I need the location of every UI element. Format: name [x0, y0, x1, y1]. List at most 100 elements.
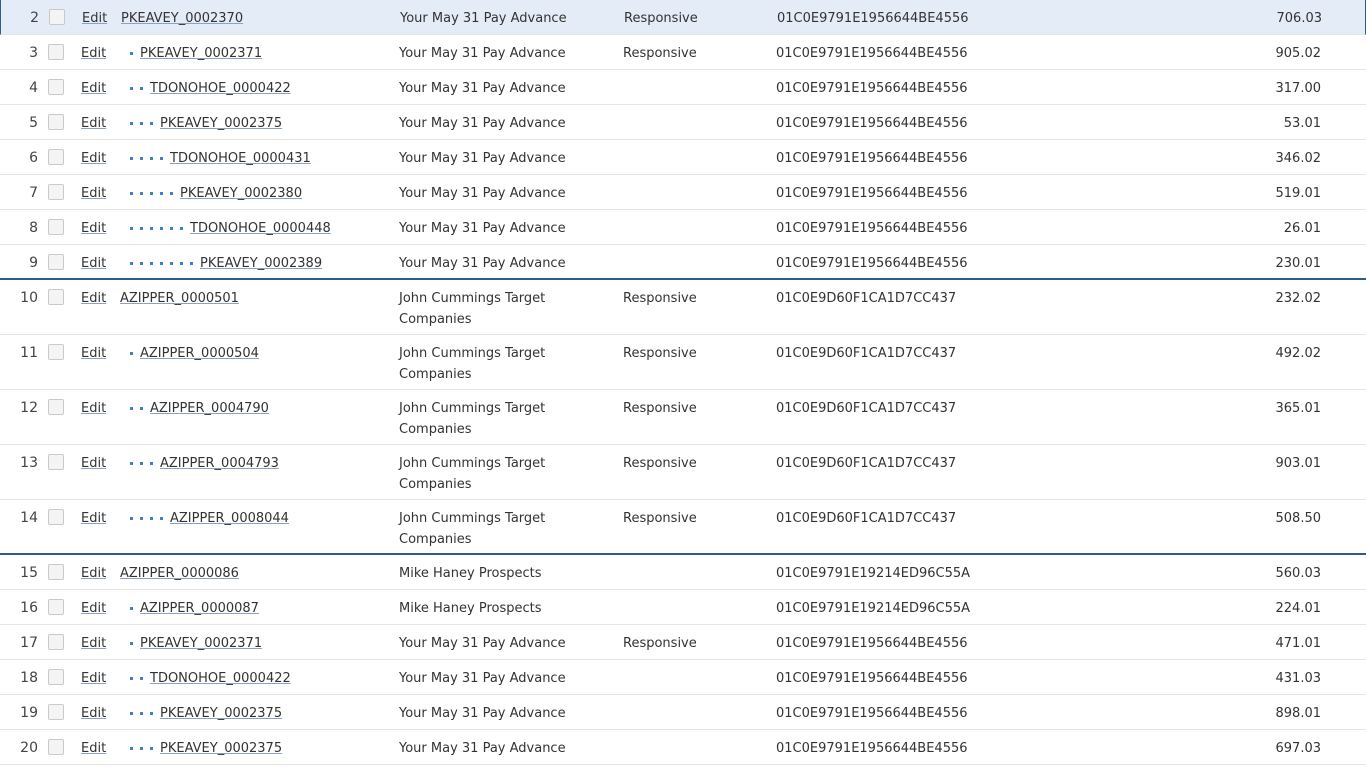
row-checkbox[interactable]: [48, 79, 64, 95]
edit-link[interactable]: Edit: [81, 253, 106, 274]
control-number-link[interactable]: AZIPPER_0000087: [140, 598, 259, 619]
hash-text: 01C0E9791E1956644BE4556: [776, 636, 968, 651]
row-checkbox[interactable]: [48, 669, 64, 685]
amount-text: 224.01: [1275, 601, 1322, 616]
amount-text: 560.03: [1275, 566, 1322, 581]
row-checkbox[interactable]: [48, 704, 64, 720]
subject-text: John Cummings Target Companies: [399, 456, 546, 492]
row-checkbox[interactable]: [48, 44, 64, 60]
table-row[interactable]: 20 Edit PKEAVEY_0002375 Your May 31 Pay Adv…: [0, 730, 1366, 765]
edit-link[interactable]: Edit: [81, 633, 106, 654]
amount-text: 492.02: [1275, 346, 1322, 361]
table-row[interactable]: 9 Edit PKEAVEY_0002389 Your May 31 Pay Adva…: [0, 245, 1366, 280]
edit-link[interactable]: Edit: [81, 148, 106, 169]
amount-text: 905.02: [1275, 46, 1322, 61]
row-checkbox[interactable]: [48, 184, 64, 200]
row-number: 17: [20, 635, 38, 651]
thread-indent-icon: [130, 227, 190, 230]
row-checkbox[interactable]: [48, 564, 64, 580]
table-row[interactable]: 7 Edit PKEAVEY_0002380 Your May 31 Pay Adva…: [0, 175, 1366, 210]
control-number-link[interactable]: AZIPPER_0000086: [120, 563, 239, 584]
subject-text: John Cummings Target Companies: [399, 291, 546, 327]
control-number-link[interactable]: PKEAVEY_0002370: [121, 8, 243, 29]
row-checkbox[interactable]: [48, 599, 64, 615]
row-checkbox[interactable]: [48, 114, 64, 130]
control-number-link[interactable]: PKEAVEY_0002371: [140, 43, 262, 64]
control-number-link[interactable]: TDONOHOE_0000431: [170, 148, 311, 169]
table-row[interactable]: 14 Edit AZIPPER_0008044 John Cummings Targe…: [0, 500, 1366, 555]
hash-text: 01C0E9791E1956644BE4556: [776, 741, 968, 756]
table-row[interactable]: 2 Edit PKEAVEY_0002370 Your May 31 Pay Adva…: [0, 0, 1366, 35]
table-row[interactable]: 5 Edit PKEAVEY_0002375 Your May 31 Pay Adva…: [0, 105, 1366, 140]
thread-indent-icon: [130, 747, 160, 750]
control-number-link[interactable]: AZIPPER_0004790: [150, 398, 269, 419]
edit-link[interactable]: Edit: [81, 508, 106, 529]
control-number-link[interactable]: PKEAVEY_0002389: [200, 253, 322, 274]
table-row[interactable]: 11 Edit AZIPPER_0000504 John Cummings Targe…: [0, 335, 1366, 390]
edit-link[interactable]: Edit: [81, 218, 106, 239]
edit-link[interactable]: Edit: [81, 668, 106, 689]
control-number-cell: AZIPPER_0004793: [120, 453, 279, 474]
control-number-link[interactable]: TDONOHOE_0000422: [150, 668, 291, 689]
row-checkbox[interactable]: [48, 149, 64, 165]
control-number-link[interactable]: TDONOHOE_0000422: [150, 78, 291, 99]
hash-text: 01C0E9791E1956644BE4556: [776, 221, 968, 236]
table-row[interactable]: 3 Edit PKEAVEY_0002371 Your May 31 Pay Adva…: [0, 35, 1366, 70]
edit-link[interactable]: Edit: [81, 398, 106, 419]
edit-link[interactable]: Edit: [81, 113, 106, 134]
table-row[interactable]: 12 Edit AZIPPER_0004790 John Cummings Targe…: [0, 390, 1366, 445]
control-number-link[interactable]: PKEAVEY_0002375: [160, 113, 282, 134]
row-checkbox[interactable]: [48, 254, 64, 270]
control-number-link[interactable]: PKEAVEY_0002375: [160, 703, 282, 724]
control-number-link[interactable]: PKEAVEY_0002375: [160, 738, 282, 759]
control-number-link[interactable]: TDONOHOE_0000448: [190, 218, 331, 239]
row-number: 4: [29, 80, 38, 96]
table-row[interactable]: 10 Edit AZIPPER_0000501 John Cummings Targe…: [0, 280, 1366, 335]
row-number: 8: [29, 220, 38, 236]
table-row[interactable]: 17 Edit PKEAVEY_0002371 Your May 31 Pay Adv…: [0, 625, 1366, 660]
control-number-link[interactable]: PKEAVEY_0002371: [140, 633, 262, 654]
edit-link[interactable]: Edit: [81, 598, 106, 619]
subject-text: John Cummings Target Companies: [399, 346, 546, 382]
table-row[interactable]: 15 Edit AZIPPER_0000086 Mike Haney Prospect…: [0, 555, 1366, 590]
edit-link[interactable]: Edit: [82, 8, 107, 29]
control-number-link[interactable]: PKEAVEY_0002380: [180, 183, 302, 204]
control-number-link[interactable]: AZIPPER_0000504: [140, 343, 259, 364]
edit-link[interactable]: Edit: [81, 78, 106, 99]
edit-link[interactable]: Edit: [81, 703, 106, 724]
edit-link[interactable]: Edit: [81, 738, 106, 759]
table-row[interactable]: 6 Edit TDONOHOE_0000431 Your May 31 Pay Adv…: [0, 140, 1366, 175]
hash-text: 01C0E9791E19214ED96C55A: [776, 601, 971, 616]
row-checkbox[interactable]: [48, 344, 64, 360]
control-number-link[interactable]: AZIPPER_0000501: [120, 288, 239, 309]
row-checkbox[interactable]: [48, 454, 64, 470]
thread-indent-icon: [130, 122, 160, 125]
control-number-cell: PKEAVEY_0002371: [120, 43, 262, 64]
table-row[interactable]: 18 Edit TDONOHOE_0000422 Your May 31 Pay Ad…: [0, 660, 1366, 695]
row-checkbox[interactable]: [48, 634, 64, 650]
control-number-link[interactable]: AZIPPER_0004793: [160, 453, 279, 474]
amount-text: 431.03: [1275, 671, 1322, 686]
edit-link[interactable]: Edit: [81, 288, 106, 309]
amount-text: 471.01: [1275, 636, 1322, 651]
edit-link[interactable]: Edit: [81, 343, 106, 364]
table-row[interactable]: 8 Edit TDONOHOE_0000448 Your May 31 Pay Adv…: [0, 210, 1366, 245]
row-number: 3: [29, 45, 38, 61]
table-row[interactable]: 19 Edit PKEAVEY_0002375 Your May 31 Pay Adv…: [0, 695, 1366, 730]
row-checkbox[interactable]: [48, 399, 64, 415]
row-checkbox[interactable]: [48, 739, 64, 755]
table-row[interactable]: 16 Edit AZIPPER_0000087 Mike Haney Prospect…: [0, 590, 1366, 625]
row-checkbox[interactable]: [48, 509, 64, 525]
table-row[interactable]: 4 Edit TDONOHOE_0000422 Your May 31 Pay Adv…: [0, 70, 1366, 105]
edit-link[interactable]: Edit: [81, 183, 106, 204]
table-row[interactable]: 13 Edit AZIPPER_0004793 John Cummings Targe…: [0, 445, 1366, 500]
control-number-link[interactable]: AZIPPER_0008044: [170, 508, 289, 529]
row-checkbox[interactable]: [48, 289, 64, 305]
edit-link[interactable]: Edit: [81, 453, 106, 474]
control-number-cell: PKEAVEY_0002380: [120, 183, 302, 204]
row-checkbox[interactable]: [49, 9, 65, 25]
edit-link[interactable]: Edit: [81, 563, 106, 584]
row-checkbox[interactable]: [48, 219, 64, 235]
edit-link[interactable]: Edit: [81, 43, 106, 64]
thread-indent-icon: [130, 642, 140, 645]
